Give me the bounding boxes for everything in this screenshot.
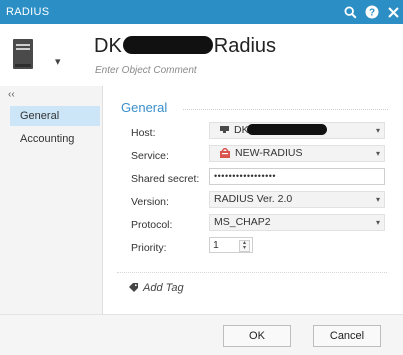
version-value: RADIUS Ver. 2.0	[214, 193, 293, 205]
chevron-down-icon: ▾	[375, 149, 380, 158]
version-select[interactable]: RADIUS Ver. 2.0 ▾	[209, 191, 385, 208]
redaction-mark	[246, 124, 327, 135]
chevron-down-icon: ▾	[375, 126, 380, 135]
tags-divider	[117, 272, 387, 273]
search-icon[interactable]	[342, 3, 358, 21]
host-label: Host:	[131, 127, 156, 139]
protocol-label: Protocol:	[131, 219, 173, 231]
add-tag-label: Add Tag	[143, 282, 184, 294]
protocol-select[interactable]: MS_CHAP2 ▾	[209, 214, 385, 231]
ok-button[interactable]: OK	[223, 325, 291, 347]
stepper-arrows-icon[interactable]: ▴ ▾	[239, 240, 250, 252]
service-value: NEW-RADIUS	[235, 147, 303, 159]
shared-secret-label: Shared secret:	[131, 173, 200, 185]
priority-value: 1	[213, 239, 219, 251]
priority-stepper[interactable]: 1 ▴ ▾	[209, 237, 253, 253]
sidebar: ‹‹ General Accounting	[0, 86, 103, 314]
tag-icon	[129, 283, 138, 295]
service-select[interactable]: NEW-RADIUS ▾	[209, 145, 385, 162]
shared-secret-input[interactable]: •••••••••••••••••	[209, 168, 385, 185]
object-comment-field[interactable]: Enter Object Comment	[95, 65, 197, 76]
svg-text:?: ?	[369, 8, 375, 19]
dialog-footer: OK Cancel	[0, 314, 403, 355]
service-icon	[220, 146, 230, 161]
object-name-prefix: DK	[94, 35, 122, 57]
help-icon[interactable]: ?	[364, 3, 380, 21]
collapse-sidebar-icon[interactable]: ‹‹	[8, 89, 15, 100]
object-header: ▾ DK Radius Enter Object Comment	[0, 24, 403, 87]
protocol-value: MS_CHAP2	[214, 216, 271, 228]
server-icon[interactable]	[12, 38, 34, 70]
chevron-down-icon: ▾	[375, 195, 380, 204]
section-divider	[183, 109, 388, 110]
sidebar-item-accounting[interactable]: Accounting	[10, 129, 100, 149]
title-bar: RADIUS ?	[0, 0, 403, 24]
chevron-down-icon: ▾	[375, 218, 380, 227]
host-select[interactable]: DK ▾	[209, 122, 385, 139]
chevron-down-icon[interactable]: ▾	[55, 55, 61, 68]
sidebar-item-general[interactable]: General	[10, 106, 100, 126]
section-title: General	[121, 100, 168, 115]
cancel-button[interactable]: Cancel	[313, 325, 381, 347]
service-label: Service:	[131, 150, 169, 162]
object-name-suffix: Radius	[213, 35, 277, 57]
general-panel: General Host: DK ▾ Service: NEW-RADIUS ▾…	[103, 86, 403, 314]
object-name[interactable]: DK Radius	[94, 35, 276, 58]
window-title: RADIUS	[6, 6, 50, 18]
add-tag-link[interactable]: Add Tag	[129, 282, 184, 295]
version-label: Version:	[131, 196, 169, 208]
server-icon	[220, 124, 229, 138]
priority-label: Priority:	[131, 242, 167, 254]
redaction-mark	[122, 36, 213, 54]
close-icon[interactable]	[386, 3, 400, 21]
